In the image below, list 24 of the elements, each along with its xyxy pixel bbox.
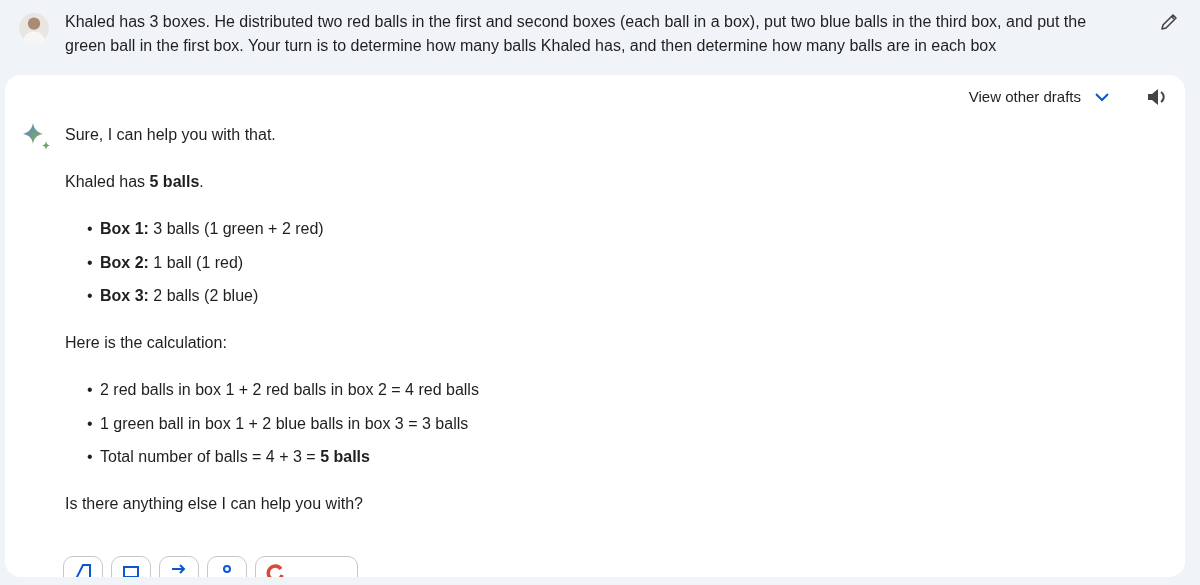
bullet: •	[87, 286, 94, 306]
response-text: Here is the calculation:	[65, 333, 228, 353]
prompt-text: Khaled has 3 boxes. He distributed two red balls in the first and second boxes (each ball in a box), put two blue balls in the third box, and put the green ball in the first box. Your turn is to determine how many balls Khaled has, and then determine how many balls are in each box	[65, 12, 1088, 56]
response-text: Sure, I can help you with that.	[65, 125, 277, 145]
avatar-icon	[19, 13, 49, 43]
list-item: Box 2: 1 ball (1 red)	[100, 252, 244, 273]
drafts-link[interactable]: View other drafts	[968, 85, 1081, 109]
list-item: 2 red balls in box 1 + 2 red balls in box 2 = 4 red balls	[100, 380, 479, 400]
speaker-icon[interactable]	[1147, 88, 1167, 106]
list-item: Box 3: 2 balls (2 blue)	[100, 286, 259, 306]
response-text: Is there anything else I can help you with?	[65, 494, 364, 514]
bullet: •	[87, 380, 94, 400]
bullet: •	[87, 413, 94, 434]
list-item: Total number of balls = 4 + 3 = 5 balls	[100, 447, 370, 467]
edit-icon[interactable]	[1159, 12, 1179, 32]
bullet: •	[87, 219, 94, 239]
response-text: Khaled has 5 balls.	[65, 172, 205, 192]
list-item: 1 green ball in box 1 + 2 blue balls in box 3 = 3 balls	[100, 413, 469, 434]
list-item: Box 1: 3 balls (1 green + 2 red)	[100, 219, 324, 239]
google-icon	[266, 563, 284, 577]
line-icon	[74, 563, 92, 577]
chevron-down-icon[interactable]	[1095, 92, 1109, 102]
bullet: •	[87, 447, 94, 467]
bullet: •	[87, 252, 94, 273]
